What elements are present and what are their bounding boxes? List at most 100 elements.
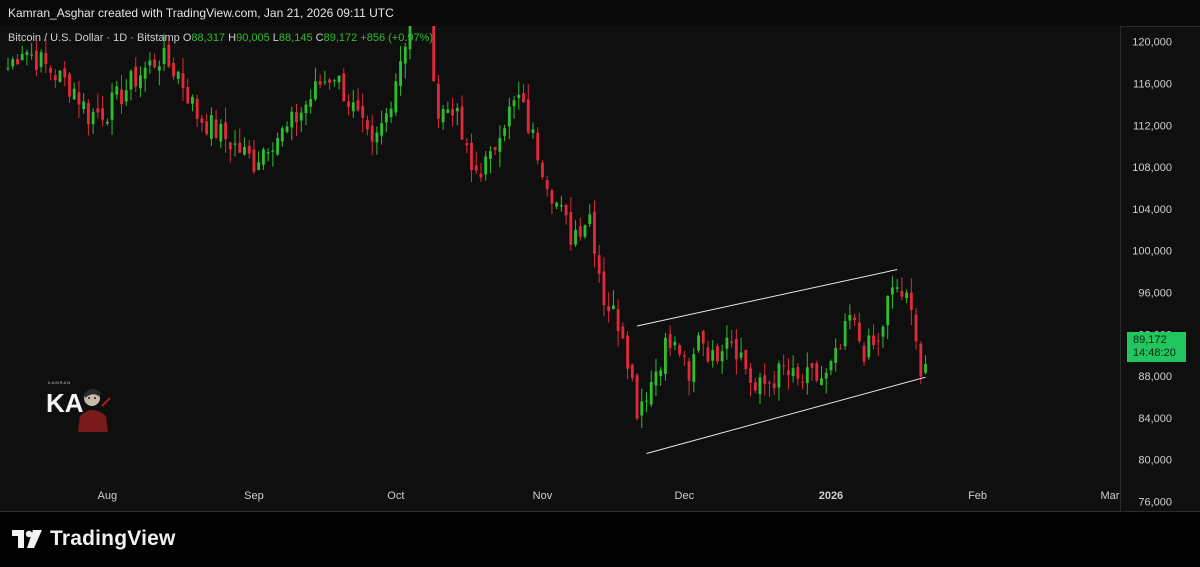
candle-body xyxy=(555,202,559,207)
candle-body xyxy=(380,123,384,136)
candle-body xyxy=(517,94,521,98)
header-bar: Kamran_Asghar created with TradingView.c… xyxy=(0,0,1200,27)
candle-body xyxy=(706,347,710,362)
candle-body xyxy=(498,138,502,152)
candle-body xyxy=(314,81,317,100)
candle-body xyxy=(768,382,771,384)
candle-body xyxy=(172,63,175,77)
candle-body xyxy=(559,205,563,207)
candle-body xyxy=(645,400,648,402)
candle-body xyxy=(574,229,577,245)
candle-body xyxy=(659,370,663,377)
candle-body xyxy=(489,151,492,159)
candle-body xyxy=(630,364,634,378)
candle-body xyxy=(805,367,809,384)
candle-body xyxy=(384,113,388,123)
candle-body xyxy=(820,378,823,386)
candle-body xyxy=(394,81,398,113)
candle-body xyxy=(541,162,544,178)
candle-body xyxy=(810,363,814,368)
candle-body xyxy=(403,46,407,64)
candle-body xyxy=(876,340,880,342)
candle-body xyxy=(129,71,133,90)
last-price: 89,172 xyxy=(1133,334,1167,346)
candle-body xyxy=(711,350,715,361)
candle-body xyxy=(139,75,142,89)
candle-body xyxy=(110,92,114,120)
candle-body xyxy=(512,100,516,107)
candle-body xyxy=(58,70,62,82)
candle-body xyxy=(895,287,899,289)
candle-body xyxy=(328,79,332,83)
tradingview-brand[interactable]: TradingView xyxy=(12,527,176,551)
candle-body xyxy=(181,73,185,89)
candle-body xyxy=(569,212,573,245)
candle-body xyxy=(862,345,866,362)
candle-body xyxy=(252,149,256,172)
chart-svg[interactable] xyxy=(0,26,1121,512)
candle-body xyxy=(777,363,781,388)
candle-body xyxy=(522,93,525,103)
close-label: C xyxy=(315,32,324,44)
candle-body xyxy=(72,88,76,100)
candle-body xyxy=(772,383,776,389)
candle-body xyxy=(616,309,620,332)
candle-body xyxy=(34,50,38,71)
candle-body xyxy=(796,367,800,379)
candle-body xyxy=(588,214,592,225)
candle-body xyxy=(470,142,473,170)
candle-body xyxy=(271,150,275,152)
svg-text:KAMRAN: KAMRAN xyxy=(48,380,71,385)
candle-body xyxy=(484,156,488,175)
candle-body xyxy=(91,111,95,125)
candle-body xyxy=(550,190,554,204)
candle-body xyxy=(266,152,270,154)
candle-body xyxy=(886,296,890,326)
candle-body xyxy=(507,106,511,127)
candle-body xyxy=(640,401,644,416)
candle-body xyxy=(815,363,819,381)
candle-body xyxy=(602,271,606,306)
candle-body xyxy=(758,377,762,395)
candle-body xyxy=(503,128,507,136)
candle-body xyxy=(49,67,52,73)
candle-body xyxy=(919,343,923,377)
candle-body xyxy=(881,326,885,337)
candle-body xyxy=(848,314,852,321)
candle-body xyxy=(692,354,696,383)
ka-watermark-logo: KAMRAN KA xyxy=(46,380,111,432)
candle-body xyxy=(663,337,667,374)
candle-body xyxy=(597,255,601,274)
candle-body xyxy=(763,375,767,385)
plot-area[interactable] xyxy=(0,26,1121,512)
candle-body xyxy=(134,66,138,87)
candle-body xyxy=(720,351,724,362)
candle-body xyxy=(44,53,48,65)
candle-body xyxy=(77,92,81,105)
candle-body xyxy=(105,121,109,124)
candle-body xyxy=(474,165,478,171)
candle-body xyxy=(280,128,284,142)
candle-body xyxy=(687,361,691,381)
candle-body xyxy=(356,100,360,111)
candle-body xyxy=(536,132,540,161)
candle-body xyxy=(342,73,346,102)
candle-body xyxy=(791,368,795,377)
candle-body xyxy=(332,80,336,82)
candle-body xyxy=(86,102,90,125)
candle-body xyxy=(824,372,828,379)
candle-body xyxy=(834,348,838,363)
channel-line-lower xyxy=(646,376,926,454)
candle-body xyxy=(11,59,15,67)
candle-body xyxy=(909,292,913,311)
bar-countdown: 14:48:20 xyxy=(1133,347,1176,359)
candle-body xyxy=(233,143,237,145)
candle-body xyxy=(872,335,875,346)
candle-body xyxy=(749,368,752,383)
candle-body xyxy=(205,121,209,135)
high-label: H xyxy=(228,32,237,44)
candle-body xyxy=(143,67,147,79)
candle-body xyxy=(451,108,455,116)
symbol-name[interactable]: Bitcoin / U.S. Dollar · 1D · Bitstamp xyxy=(8,32,180,44)
candle-body xyxy=(370,125,374,142)
